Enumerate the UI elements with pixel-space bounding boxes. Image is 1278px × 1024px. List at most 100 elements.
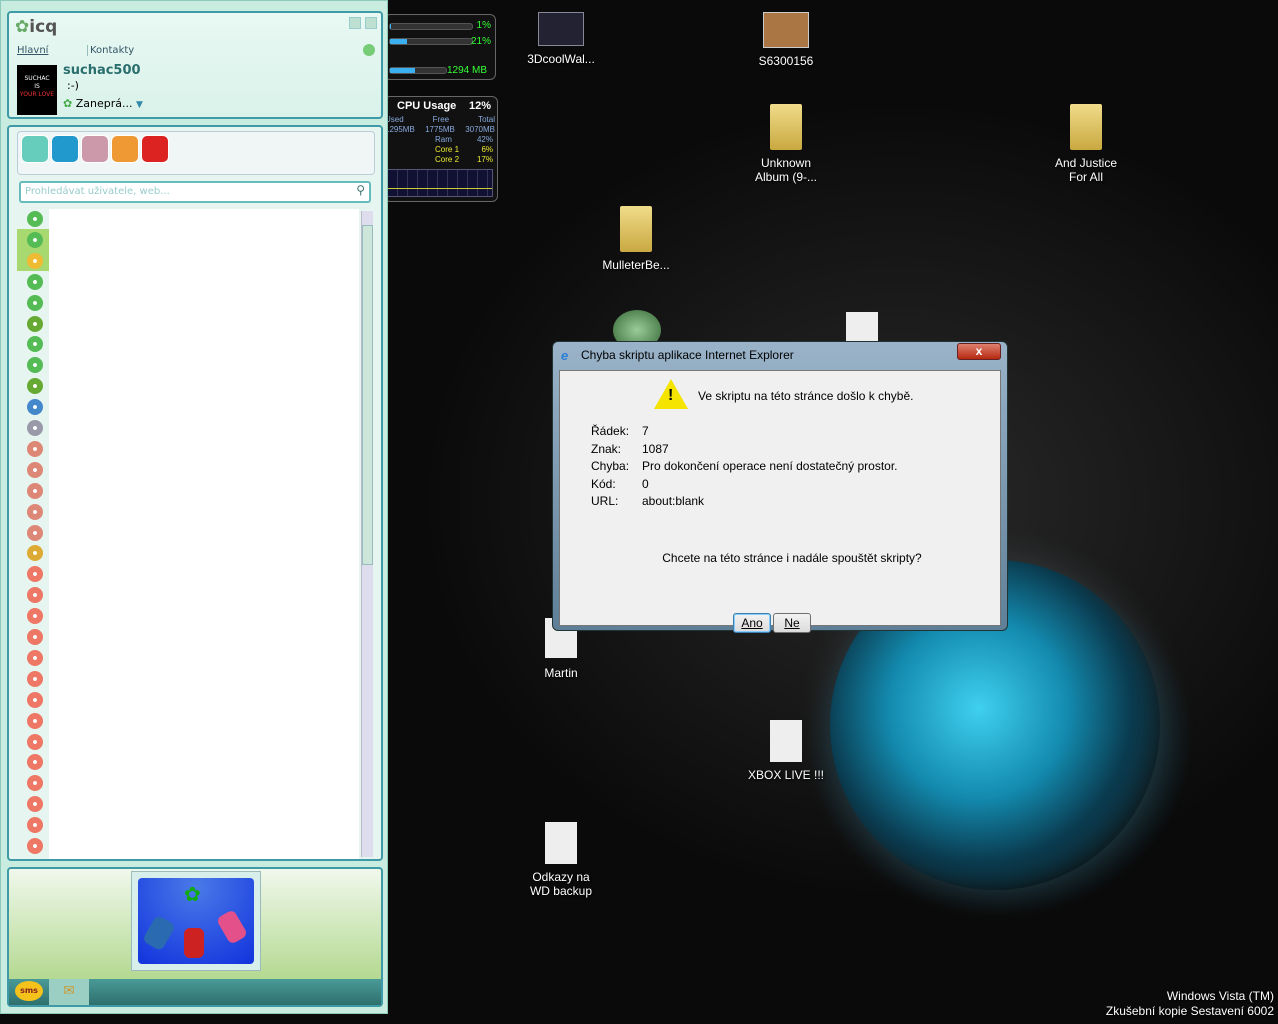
error-message: Ve skriptu na této stránce došlo k chybě… (698, 389, 914, 403)
tab-hlavni[interactable]: Hlavní (17, 45, 48, 56)
contact-status-custom-face-icon[interactable] (27, 315, 43, 332)
contact-status-offline-icon[interactable] (27, 566, 43, 583)
contact-status-online-icon[interactable] (27, 273, 43, 290)
contact-status-custom-face-icon[interactable] (27, 378, 43, 395)
contact-status-offline-gift-icon[interactable] (27, 482, 43, 499)
field-label: Kód: (591, 476, 616, 491)
contact-status-offline-icon[interactable] (27, 670, 43, 687)
contact-status-offline-icon[interactable] (27, 817, 43, 834)
folder-icon (1070, 104, 1102, 150)
desktop-icon-3dcoolwal[interactable]: 3DcoolWal... (506, 12, 616, 66)
contact-status-offline-icon[interactable] (27, 754, 43, 771)
image-icon (538, 12, 584, 46)
desktop-icon-unknown-album[interactable]: Unknown Album (9-... (731, 104, 841, 184)
gadget-title: CPU Usage (397, 100, 457, 112)
contact-status-online-selected-icon[interactable] (27, 231, 43, 248)
contact-status-mail-icon[interactable] (27, 399, 43, 416)
no-button[interactable]: Ne (773, 613, 811, 633)
contact-status-offline-icon[interactable] (27, 691, 43, 708)
contact-status-offline-icon[interactable] (27, 587, 43, 604)
cpu-graph (387, 169, 493, 197)
contact-status-offline-icon[interactable] (27, 712, 43, 729)
field-value: 0 (642, 476, 649, 491)
phone-icon (141, 914, 177, 952)
contact-list[interactable] (49, 209, 359, 859)
gamepad-icon[interactable] (21, 135, 49, 163)
desktop-icon-xbox-live[interactable]: XBOX LIVE !!! (731, 720, 841, 782)
contact-status-offline-icon[interactable] (27, 608, 43, 625)
status-text: Zaneprá... (75, 97, 133, 110)
contact-status-offline-gift-icon[interactable] (27, 503, 43, 520)
avatar-game-icon[interactable] (81, 135, 109, 163)
contact-status-offline-gift-icon[interactable] (27, 524, 43, 541)
contact-status-offline-icon[interactable] (27, 838, 43, 854)
tab-kontakty[interactable]: Kontakty (87, 45, 134, 56)
tv-icon[interactable] (51, 135, 79, 163)
contact-status-online-icon[interactable] (27, 211, 43, 227)
scrollbar[interactable] (361, 211, 373, 857)
contact-status-online-icon[interactable] (27, 294, 43, 311)
field-label: URL: (591, 494, 619, 508)
memory-value: 1294 MB (446, 65, 487, 76)
contact-status-offline-gift-icon[interactable] (27, 440, 43, 457)
toolbar (17, 131, 375, 175)
ram-value: 21% (470, 36, 491, 47)
icq-header-pane: ✿icq Hlavní Kontakty SUCHAC IS YOUR LOVE s… (7, 11, 383, 119)
heart-question-icon[interactable] (141, 135, 169, 163)
search-icon[interactable]: ⚲ (356, 183, 365, 197)
close-button[interactable] (365, 17, 377, 29)
field-value: about:blank (642, 494, 705, 508)
watermark-line: Zkušební kopie Sestavení 6002 (1105, 1004, 1274, 1018)
cpu-meter-gadget[interactable]: 1% 21% 1294 MB (384, 14, 496, 80)
folder-icon (770, 104, 802, 150)
sms-tab[interactable]: sms (15, 981, 43, 1001)
avatar-text: YOUR LOVE (19, 91, 55, 98)
contact-status-online-icon[interactable] (27, 336, 43, 353)
contact-status-online-icon[interactable] (27, 357, 43, 374)
cpu-total: 12% (468, 100, 491, 112)
mail-icon[interactable]: ✉ (49, 979, 89, 1005)
contact-status-transfer-icon[interactable] (27, 545, 43, 562)
desktop-icon-and-justice[interactable]: And Justice For All (1031, 104, 1141, 184)
ram-percent: 42% (476, 135, 493, 144)
avatar[interactable]: SUCHAC IS YOUR LOVE (17, 65, 57, 115)
contact-status-offline-icon[interactable] (27, 629, 43, 645)
username: suchac500 (63, 63, 141, 78)
desktop-icon-mulleterbe[interactable]: MulleterBe... (581, 206, 691, 272)
contact-status-offline-icon[interactable] (27, 733, 43, 750)
equalizer-icon[interactable] (111, 135, 139, 163)
field-value: 7 (642, 424, 649, 438)
icq-flower-icon: ✿ (184, 882, 201, 906)
free-value: 1775MB (425, 125, 455, 134)
field-label: Řádek: (591, 424, 630, 438)
field-label: Chyba: (591, 459, 630, 473)
close-button[interactable]: x (957, 343, 1001, 360)
header-total: Total (478, 115, 495, 124)
desktop-icon-wd-backup[interactable]: Odkazy na WD backup (506, 822, 616, 898)
desktop-icon-s6300156[interactable]: S6300156 (731, 12, 841, 68)
collapse-icon[interactable] (363, 44, 375, 56)
header-free: Free (432, 115, 450, 124)
contact-status-auth-lock-icon[interactable] (27, 252, 43, 269)
dialog-body: ! Ve skriptu na této stránce došlo k chy… (559, 370, 1001, 633)
status-selector[interactable]: ✿ Zaneprá... ▼ (63, 97, 143, 110)
avatar-text: SUCHAC (24, 75, 50, 82)
minimize-button[interactable] (349, 17, 361, 29)
yes-button[interactable]: Ano (733, 613, 771, 633)
search-placeholder: Prohledávat uživatele, web... (25, 186, 170, 197)
cpu-usage-gadget[interactable]: CPU Usage 12% Used Free Total 1295MB 1775MB… (384, 96, 498, 202)
scrollbar-thumb[interactable] (362, 225, 373, 565)
mood-text[interactable]: :-) (67, 79, 79, 92)
contact-status-offline-gift-icon[interactable] (27, 461, 43, 478)
contact-status-offline-icon[interactable] (27, 796, 43, 813)
core1-percent: 6% (481, 145, 493, 154)
contacts-pane: Prohledávat uživatele, web... ⚲ (7, 125, 383, 861)
search-input[interactable]: Prohledávat uživatele, web... ⚲ (19, 181, 371, 203)
contact-status-offline-icon[interactable] (27, 649, 43, 666)
phone-icon (184, 928, 204, 958)
icq-logo: ✿icq (15, 17, 57, 37)
icq-mobile-banner[interactable]: ✿ (131, 871, 261, 971)
contact-status-gray-multi-icon[interactable] (27, 420, 43, 436)
contact-status-offline-icon[interactable] (27, 775, 43, 792)
used-value: 1295MB (385, 125, 415, 134)
